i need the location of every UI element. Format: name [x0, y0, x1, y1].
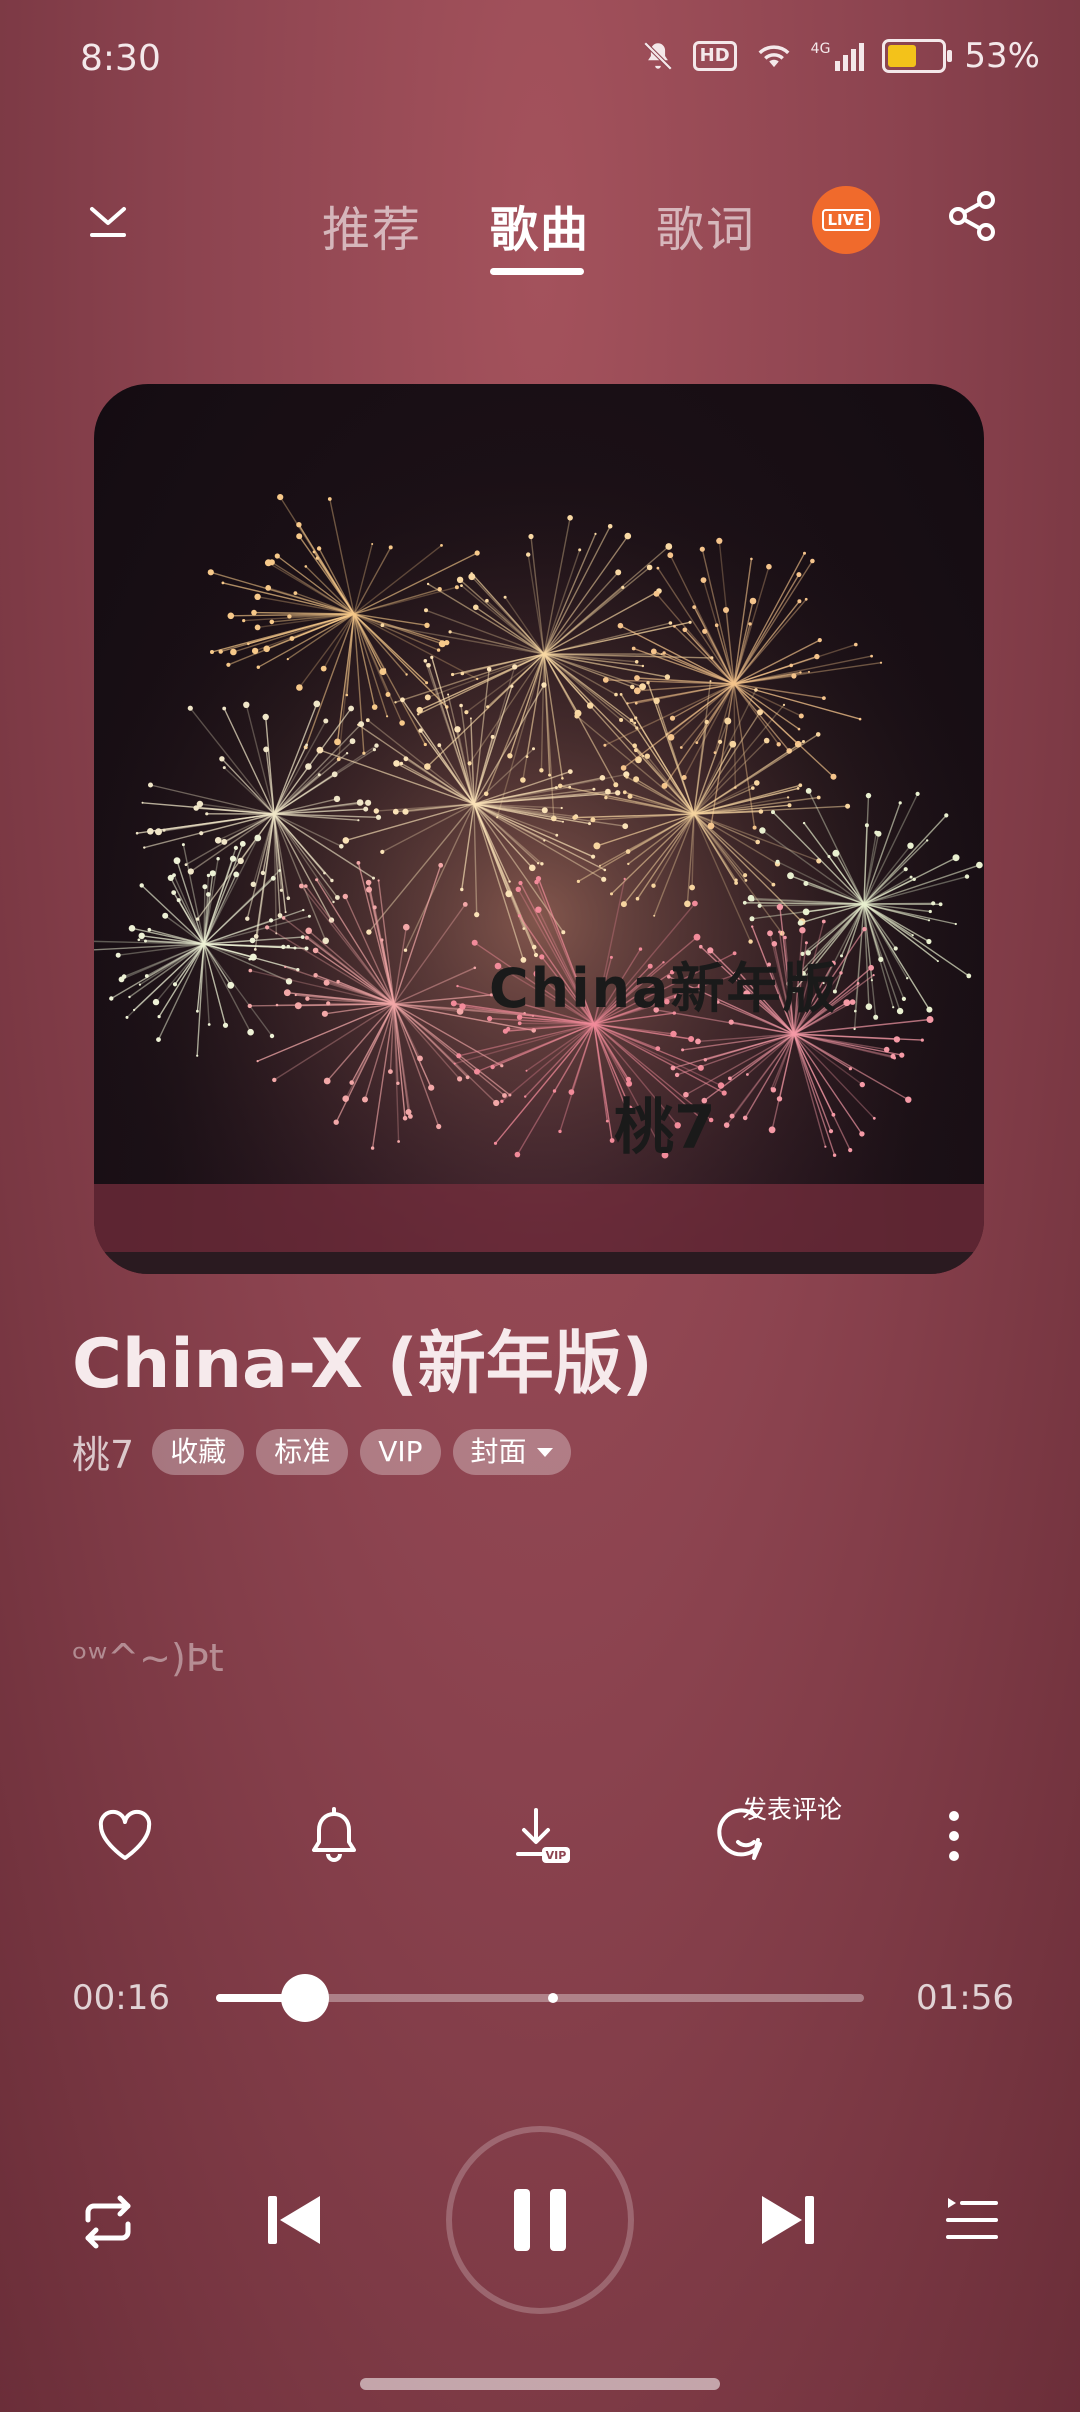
- tab-recommend[interactable]: 推荐: [322, 190, 422, 260]
- comment-label[interactable]: 发表评论: [742, 1790, 842, 1826]
- song-title: China-X (新年版): [72, 1325, 653, 1404]
- live-label: LIVE: [821, 209, 871, 231]
- fireworks-artwork: [94, 384, 984, 1274]
- artist-name[interactable]: 桃7: [72, 1424, 134, 1479]
- playlist-icon[interactable]: [944, 2192, 1000, 2248]
- album-cover[interactable]: China新年版 桃7: [94, 384, 984, 1274]
- tag-vip[interactable]: VIP: [360, 1428, 441, 1475]
- tag-favorite[interactable]: 收藏: [152, 1428, 245, 1475]
- next-icon[interactable]: [756, 2188, 820, 2252]
- battery-percent: 53%: [964, 36, 1040, 76]
- tag-cover-label: 封面: [470, 1434, 527, 1468]
- collapse-down-icon[interactable]: [84, 195, 132, 243]
- download-vip-badge: VIP: [546, 1849, 567, 1862]
- tab-song[interactable]: 歌曲: [490, 190, 590, 260]
- wifi-icon: [758, 45, 790, 68]
- caret-down-icon: [536, 1448, 553, 1457]
- mute-icon: [643, 41, 672, 71]
- tab-lyrics[interactable]: 歌词: [656, 190, 756, 260]
- status-time: 8:30: [80, 38, 161, 79]
- cover-title-text: China新年版: [489, 957, 839, 1020]
- download-icon[interactable]: VIP: [506, 1800, 578, 1872]
- tag-cover[interactable]: 封面: [452, 1428, 571, 1475]
- artist-row: 桃7 收藏 标准 VIP 封面: [72, 1424, 571, 1479]
- play-pause-button[interactable]: [446, 2126, 634, 2314]
- current-time: 00:16: [72, 1978, 170, 2018]
- repeat-icon[interactable]: [78, 2192, 138, 2252]
- home-indicator[interactable]: [360, 2378, 720, 2390]
- heart-icon[interactable]: [89, 1800, 161, 1872]
- more-vertical-icon[interactable]: [918, 1800, 990, 1872]
- progress-thumb[interactable]: [281, 1974, 330, 2022]
- previous-icon[interactable]: [262, 2188, 326, 2252]
- tag-quality[interactable]: 标准: [256, 1428, 349, 1475]
- pause-icon: [514, 2189, 566, 2251]
- cover-artist-text: 桃7: [614, 1093, 716, 1163]
- status-icons: HD 4G 53%: [641, 36, 1040, 76]
- total-time: 01:56: [916, 1978, 1014, 2018]
- active-tab-indicator: [490, 268, 584, 275]
- shoreline: [94, 1252, 984, 1274]
- share-icon[interactable]: [944, 188, 1000, 244]
- signal-icon: 4G: [811, 41, 865, 71]
- bell-icon[interactable]: [298, 1800, 370, 1872]
- battery-icon: [882, 39, 953, 73]
- live-icon[interactable]: LIVE: [812, 186, 880, 254]
- current-lyric-line[interactable]: ᵒʷ^~)Þt: [72, 1636, 224, 1680]
- hd-badge: HD: [692, 41, 737, 71]
- buffer-marker: [547, 1993, 558, 2003]
